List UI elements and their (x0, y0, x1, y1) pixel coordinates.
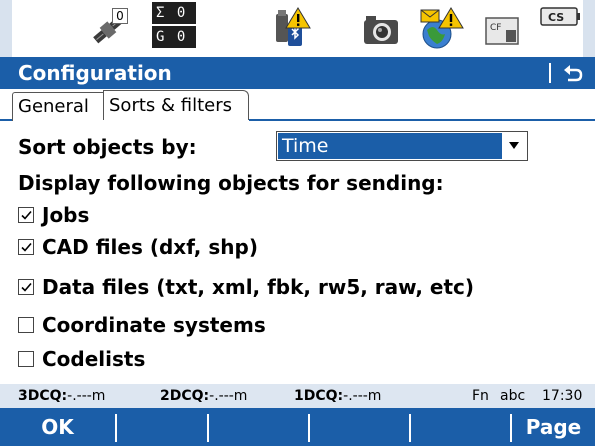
quality-2d-value: -.---m (209, 388, 248, 404)
f4-button[interactable] (310, 408, 409, 446)
title-bar: Configuration (0, 57, 595, 89)
input-mode-indicator: abc (500, 388, 526, 404)
count-total: Σ 0 (152, 2, 196, 24)
tab-strip: General Sorts & filters (0, 89, 595, 123)
checkbox-label-coordinate-systems: Coordinate systems (42, 313, 266, 337)
clock-time: 17:30 (542, 388, 583, 404)
checkbox-label-codelists: Codelists (42, 347, 146, 371)
status-icon-bar: 0 Σ 0 G 0 CF CS (0, 0, 595, 57)
fn-indicator: Fn (472, 388, 489, 404)
quality-1d-label: 1DCQ: (294, 388, 344, 404)
camera-icon[interactable] (360, 4, 402, 52)
sort-objects-value: Time (278, 133, 502, 159)
f3-button[interactable] (209, 408, 308, 446)
svg-text:CS: CS (548, 11, 564, 24)
gnss-bluetooth-icon[interactable] (268, 4, 314, 52)
display-objects-heading: Display following objects for sending: (18, 171, 444, 195)
return-arrow-icon[interactable] (562, 62, 584, 84)
satellite-count-badge: 0 (112, 8, 128, 24)
checkbox-label-cad-files: CAD files (dxf, shp) (42, 235, 258, 259)
tab-general[interactable]: General (12, 92, 104, 121)
page-title: Configuration (18, 61, 172, 85)
checkbox-label-jobs: Jobs (42, 203, 90, 227)
quality-2d-label: 2DCQ: (160, 388, 210, 404)
checkbox-codelists[interactable] (18, 351, 34, 367)
ok-button[interactable]: OK (0, 408, 115, 446)
status-left-strip (0, 0, 12, 57)
quality-3d-value: -.---m (67, 388, 106, 404)
checkbox-cad-files[interactable] (18, 239, 34, 255)
internet-globe-icon[interactable] (415, 4, 467, 52)
quality-1d: 1DCQ:-.---m (294, 384, 381, 408)
status-right-strip (583, 0, 595, 57)
form-content: Sort objects by: Time Display following … (0, 121, 595, 381)
svg-text:CF: CF (490, 23, 501, 33)
dropdown-arrow-icon[interactable] (509, 142, 519, 149)
quality-2d: 2DCQ:-.---m (160, 384, 247, 408)
f5-button[interactable] (411, 408, 510, 446)
page-button[interactable]: Page (512, 408, 595, 446)
sort-objects-dropdown[interactable]: Time (276, 131, 528, 161)
quality-3d-label: 3DCQ: (18, 388, 68, 404)
tab-sorts-filters[interactable]: Sorts & filters (103, 90, 249, 123)
function-key-bar: OK Page (0, 408, 595, 446)
quality-1d-value: -.---m (343, 388, 382, 404)
f2-button[interactable] (117, 408, 207, 446)
quality-info-bar: 3DCQ:-.---m 2DCQ:-.---m 1DCQ:-.---m Fn a… (0, 384, 595, 408)
checkbox-jobs[interactable] (18, 207, 34, 223)
cf-card-icon[interactable]: CF (482, 4, 522, 52)
sort-objects-label: Sort objects by: (18, 135, 197, 159)
checkbox-label-data-files: Data files (txt, xml, fbk, rw5, raw, etc… (42, 275, 475, 299)
count-gps: G 0 (152, 26, 196, 48)
checkbox-data-files[interactable] (18, 279, 34, 295)
quality-3d: 3DCQ:-.---m (18, 384, 105, 408)
battery-cs-icon[interactable]: CS (540, 6, 582, 28)
satellite-counts: Σ 0 G 0 (152, 2, 196, 50)
checkbox-coordinate-systems[interactable] (18, 317, 34, 333)
title-separator (549, 63, 551, 83)
